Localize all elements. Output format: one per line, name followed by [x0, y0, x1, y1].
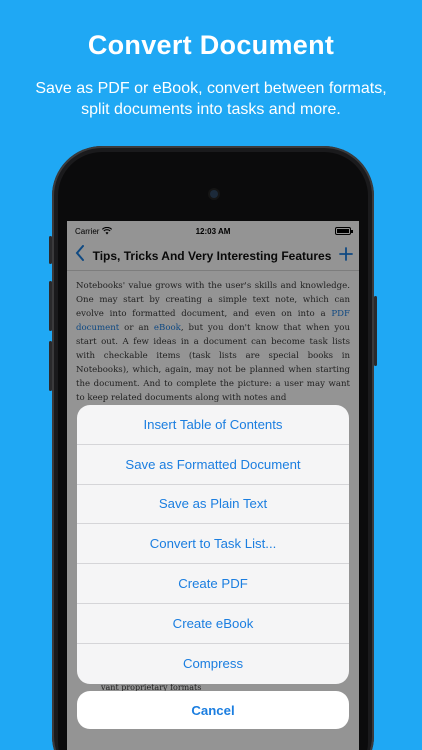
insert-toc-button[interactable]: Insert Table of Contents — [77, 405, 349, 445]
volume-up-button — [49, 281, 52, 331]
power-button — [374, 296, 377, 366]
convert-task-list-button[interactable]: Convert to Task List... — [77, 524, 349, 565]
promo-subtitle: Save as PDF or eBook, convert between fo… — [35, 80, 387, 118]
save-plain-text-button[interactable]: Save as Plain Text — [77, 485, 349, 525]
promo-title: Convert Document — [87, 30, 335, 60]
create-pdf-button[interactable]: Create PDF — [77, 564, 349, 604]
save-formatted-button[interactable]: Save as Formatted Document — [77, 445, 349, 485]
cancel-button[interactable]: Cancel — [77, 691, 349, 729]
compress-button[interactable]: Compress — [77, 644, 349, 684]
front-camera-icon — [210, 190, 218, 198]
action-sheet: Insert Table of Contents Save as Formatt… — [77, 405, 349, 684]
volume-down-button — [49, 341, 52, 391]
create-ebook-button[interactable]: Create eBook — [77, 604, 349, 644]
cancel-sheet: Cancel — [77, 691, 349, 729]
app-screen: Carrier 12:03 AM Tips, Tricks And Very I… — [67, 221, 359, 750]
mute-switch — [49, 236, 52, 264]
